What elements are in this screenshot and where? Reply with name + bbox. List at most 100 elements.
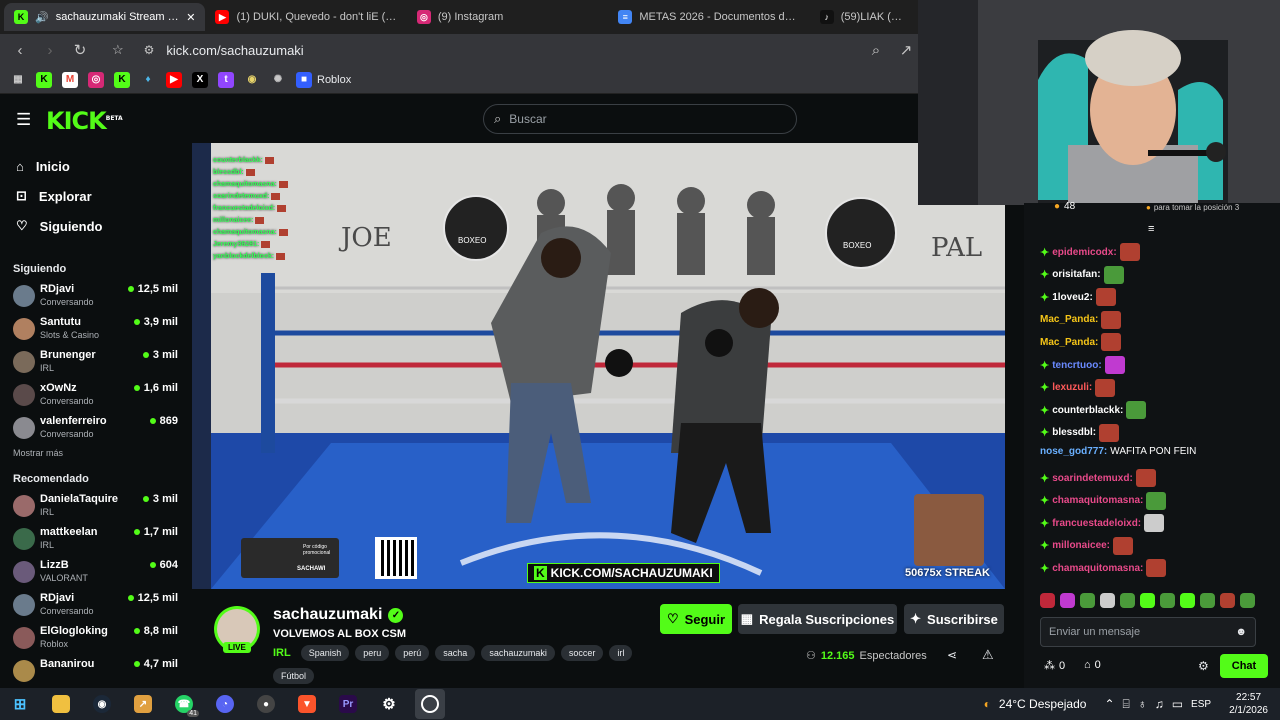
channel-item[interactable]: RDjavi Conversando 12,5 mil (0, 281, 192, 314)
taskbar-steam[interactable]: ◉ (87, 689, 117, 719)
share-icon[interactable]: ⋖ (947, 648, 957, 662)
url-bar[interactable]: ☆ ⚙ kick.com/sachauzumaki (112, 37, 812, 63)
taskbar-obs[interactable] (415, 689, 445, 719)
windows-start[interactable]: ⊞ (5, 689, 35, 719)
chat-message[interactable]: ✦ tencrtuoo: (1040, 356, 1125, 374)
chat-username[interactable]: chamaquitomasna: (1052, 563, 1143, 574)
openai-icon[interactable]: ✺ (270, 72, 286, 88)
weather-text[interactable]: 24°C Despejado (999, 697, 1087, 711)
chat-username[interactable]: chamaquitomasna: (1052, 495, 1143, 506)
forward-icon[interactable]: › (42, 42, 58, 59)
chat-username[interactable]: tencrtuoo: (1052, 360, 1101, 371)
mic-icon[interactable]: ♁ (1138, 697, 1147, 711)
chat-username[interactable]: soarindetemuxd: (1052, 473, 1133, 484)
drop-icon[interactable]: ♦ (140, 72, 156, 88)
close-icon[interactable]: ✕ (186, 11, 195, 24)
emote-icon[interactable] (1180, 593, 1195, 608)
subscribe-button[interactable]: ✦ Suscribirse (904, 604, 1004, 634)
show-more-link[interactable]: Mostrar más (0, 448, 192, 458)
clock[interactable]: 22:57 2/1/2026 (1229, 691, 1268, 717)
chat-username[interactable]: Mac_Panda: (1040, 314, 1098, 325)
emote-icon[interactable] (1080, 593, 1095, 608)
nav-following[interactable]: ♡ Siguiendo (0, 211, 192, 241)
chat-message[interactable]: ✦ chamaquitomasna: (1040, 559, 1167, 578)
browser-tab-kick[interactable]: K 🔊 sachauzumaki Stream - Watc ✕ (4, 3, 206, 31)
channel-item[interactable]: LizzB VALORANT 604 (0, 557, 192, 590)
emote-icon[interactable] (1100, 593, 1115, 608)
chat-username[interactable]: 1loveu2: (1052, 292, 1093, 303)
settings-icon[interactable]: ⚙ (1198, 659, 1209, 673)
video-player[interactable]: JOE PAL BOXEO BOXEO counterblackk: bless… (211, 143, 1005, 589)
volume-icon[interactable]: ♫ (1155, 697, 1164, 711)
emote-icon[interactable] (1140, 593, 1155, 608)
chat-message[interactable]: ✦ soarindetemuxd: (1040, 469, 1156, 487)
report-icon[interactable]: ⚠ (982, 647, 994, 663)
chat-username[interactable]: lexuzuli: (1052, 382, 1092, 393)
browser-tab-docs[interactable]: ≡ METAS 2026 - Documentos de Goog (608, 3, 809, 31)
chat-username[interactable]: Mac_Panda: (1040, 337, 1098, 348)
network-icon[interactable]: ⌸ (1123, 697, 1130, 712)
youtube-bookmark-icon[interactable]: ▶ (166, 71, 182, 88)
chat-send-button[interactable]: Chat (1220, 654, 1268, 678)
taskbar-settings[interactable]: ⚙ (374, 689, 404, 719)
chat-message[interactable]: ✦ orisitafan: (1040, 265, 1124, 284)
taskbar-explorer[interactable] (46, 689, 76, 719)
channel-item[interactable]: Bananirou 4,7 mil (0, 656, 192, 689)
bookmark-roblox[interactable]: ■ Roblox (296, 71, 351, 88)
channel-item[interactable]: xOwNz Conversando 1,6 mil (0, 380, 192, 413)
chat-message[interactable]: nose_god777: WAFITA PON FEIN (1040, 446, 1196, 457)
tag[interactable]: perú (395, 645, 430, 661)
language-indicator[interactable]: ESP (1191, 699, 1211, 710)
emote-icon[interactable] (1060, 593, 1075, 608)
points-b[interactable]: ⌂ 0 (1084, 659, 1101, 671)
taskbar-app2[interactable]: ● (251, 689, 281, 719)
taskbar-brave[interactable]: ▼ (292, 689, 322, 719)
taskbar-discord[interactable]: ◔ (210, 689, 240, 719)
category-link[interactable]: IRL (273, 647, 291, 659)
channel-item[interactable]: RDjavi Conversando 12,5 mil (0, 590, 192, 623)
channel-item[interactable]: valenferreiro Conversando 869 (0, 413, 192, 446)
reload-icon[interactable]: ↻ (72, 42, 88, 59)
chat-message[interactable]: ✦ epidemicodx: (1040, 243, 1140, 261)
chat-message[interactable]: ✦ chamaquitomasna: (1040, 491, 1167, 510)
chat-username[interactable]: epidemicodx: (1052, 247, 1116, 258)
tag[interactable]: Spanish (300, 645, 350, 661)
follow-button[interactable]: ♡ Seguir (660, 604, 732, 634)
chat-username[interactable]: blessdbl: (1052, 427, 1096, 438)
taskbar-whatsapp[interactable]: ☎ 41 (169, 689, 199, 719)
chat-username[interactable]: francuestadeloixd: (1052, 518, 1141, 529)
chat-input[interactable]: Enviar un mensaje ☻ (1040, 617, 1256, 647)
tag-futbol[interactable]: Fútbol (273, 668, 315, 684)
channel-name[interactable]: sachauzumaki (273, 606, 382, 624)
emote-icon[interactable] (1220, 593, 1235, 608)
chat-message[interactable]: Mac_Panda: (1040, 310, 1122, 329)
nav-home[interactable]: ⌂ Inicio (0, 151, 192, 181)
tag[interactable]: peru (355, 645, 390, 661)
emote-icon[interactable] (1160, 593, 1175, 608)
chat-message[interactable]: ✦ counterblackk: (1040, 401, 1147, 420)
menu-icon[interactable]: ☰ (16, 110, 31, 130)
site-settings-icon[interactable]: ⚙ (144, 43, 155, 57)
chat-username[interactable]: millonaicee: (1052, 540, 1110, 551)
kick-bookmark-icon[interactable]: K (36, 71, 52, 88)
x-icon[interactable]: X (192, 71, 208, 88)
chat-username[interactable]: nose_god777: (1040, 446, 1107, 457)
tag[interactable]: soccer (560, 645, 604, 661)
gmail-icon[interactable]: M (62, 71, 78, 88)
chat-message[interactable]: ✦ blessdbl: (1040, 423, 1120, 442)
tag[interactable]: sacha (435, 645, 476, 661)
chat-message[interactable]: ✦ lexuzuli: (1040, 378, 1116, 397)
gift-subs-button[interactable]: ▦ Regala Suscripciones (738, 604, 897, 634)
zoom-icon[interactable]: ⌕ (868, 42, 884, 59)
chat-username[interactable]: counterblackk: (1052, 405, 1123, 416)
chat-message[interactable]: ✦ millonaicee: (1040, 536, 1134, 555)
chat-username[interactable]: orisitafan: (1052, 269, 1100, 280)
emote-icon[interactable] (1200, 593, 1215, 608)
browser-tab-instagram[interactable]: ◎ (9) Instagram (407, 3, 608, 31)
channel-item[interactable]: Santutu Slots & Casino 3,9 mil (0, 314, 192, 347)
emoji-icon[interactable]: ☻ (1235, 626, 1247, 638)
chat-message[interactable]: Mac_Panda: (1040, 333, 1122, 352)
chat-message[interactable]: ✦ francuestadeloixd: (1040, 514, 1165, 533)
nav-explore[interactable]: ⊡ Explorar (0, 181, 192, 211)
emote-icon[interactable] (1120, 593, 1135, 608)
